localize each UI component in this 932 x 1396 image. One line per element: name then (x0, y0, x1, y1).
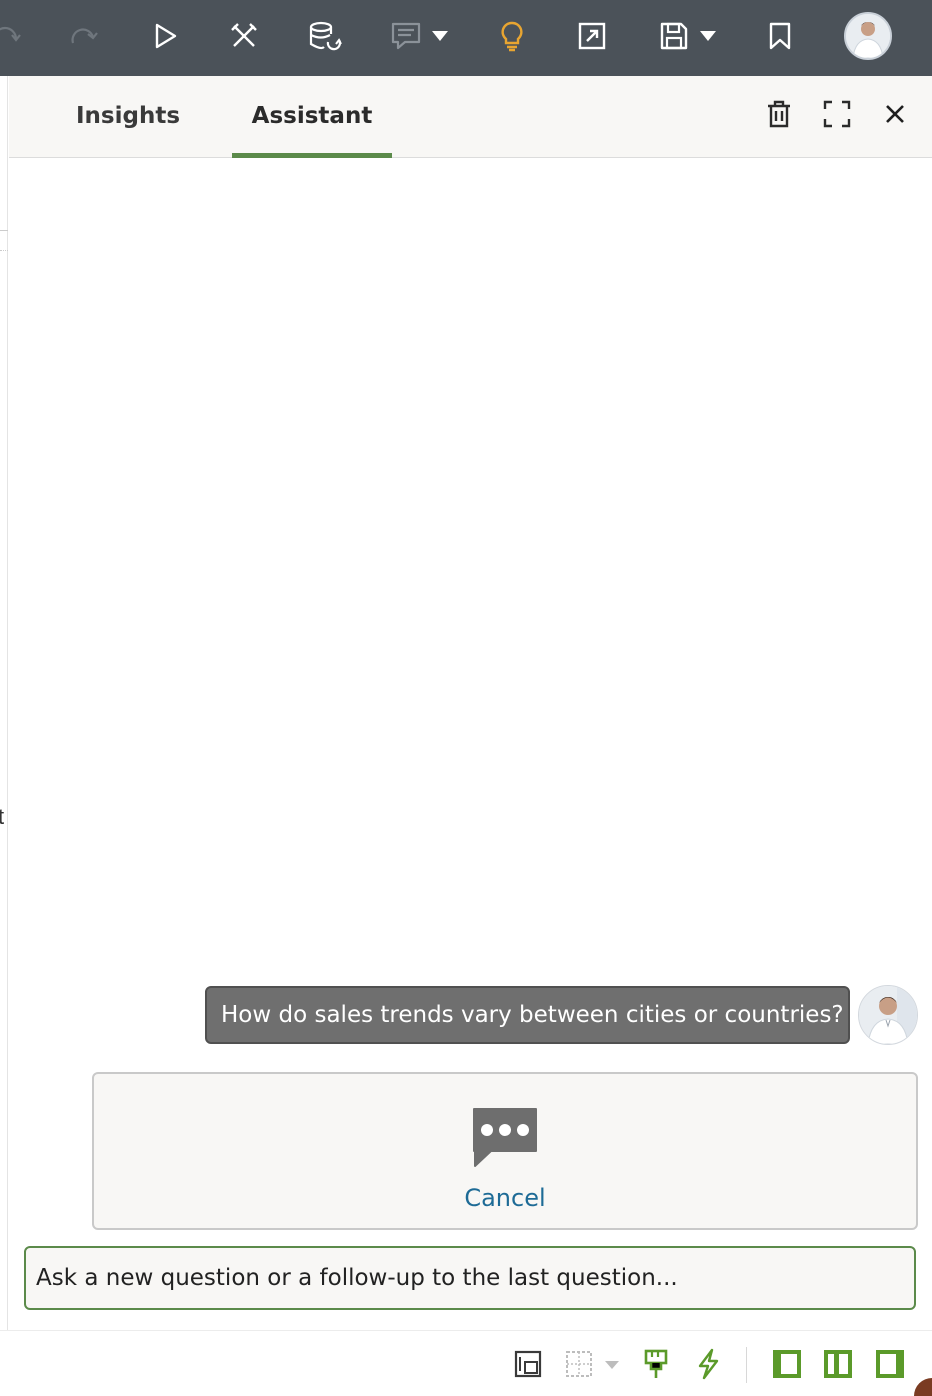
insights-button[interactable] (496, 14, 528, 58)
paint-brush-icon (643, 1348, 669, 1385)
export-button[interactable] (575, 14, 609, 58)
canvas-edge: t (0, 76, 8, 1330)
expand-icon (823, 100, 851, 133)
tab-assistant[interactable]: Assistant (232, 76, 392, 158)
play-icon (151, 21, 179, 51)
question-input-field[interactable] (36, 1265, 904, 1291)
chat-typing-icon (471, 1106, 539, 1168)
question-input[interactable] (24, 1246, 916, 1310)
chevron-down-icon (431, 30, 449, 42)
chevron-down-icon (699, 30, 717, 42)
cancel-button[interactable]: Cancel (94, 1184, 916, 1212)
tools-icon (228, 20, 260, 52)
bottom-toolbar (0, 1330, 932, 1396)
undo-icon (0, 21, 22, 51)
chat-area: How do sales trends vary between cities … (9, 158, 932, 1330)
redo-icon (69, 21, 101, 51)
assistant-panel: Insights Assistant How do sales trends v… (9, 76, 932, 1330)
lightbulb-icon (499, 20, 525, 52)
right-panel-toggle[interactable] (873, 1349, 907, 1383)
center-panel-toggle[interactable] (821, 1349, 855, 1383)
tab-label: Assistant (251, 103, 373, 129)
divider (0, 230, 8, 231)
trash-icon (765, 99, 793, 134)
user-question-bubble: How do sales trends vary between cities … (205, 986, 850, 1044)
redo-button[interactable] (68, 14, 102, 58)
auto-insights-button[interactable] (694, 1348, 722, 1385)
panel-center-icon (822, 1348, 854, 1385)
bookmark-icon (767, 21, 793, 51)
grid-icon (564, 1349, 594, 1384)
clear-chat-button[interactable] (761, 98, 797, 134)
data-refresh-icon (306, 20, 342, 52)
close-icon (883, 102, 907, 131)
user-question-text: How do sales trends vary between cities … (221, 1002, 844, 1028)
assistant-thinking-card: Cancel (92, 1072, 918, 1230)
save-icon (659, 21, 689, 51)
export-icon (577, 21, 607, 51)
lightning-icon (695, 1348, 721, 1385)
format-painter-button[interactable] (642, 1349, 670, 1383)
tab-label: Insights (75, 103, 181, 129)
divider (746, 1347, 747, 1383)
layout-icon (513, 1349, 543, 1384)
top-toolbar (0, 0, 932, 76)
expand-button[interactable] (819, 98, 855, 134)
divider (0, 250, 8, 251)
undo-button[interactable] (0, 14, 22, 58)
user-avatar (858, 985, 918, 1045)
chevron-down-icon (604, 1357, 620, 1375)
data-refresh-button[interactable] (304, 14, 344, 58)
comment-icon (389, 20, 423, 52)
tab-insights[interactable]: Insights (53, 76, 203, 156)
panel-tab-bar: Insights Assistant (9, 76, 932, 158)
grid-menu-button[interactable] (560, 1349, 624, 1383)
panel-left-icon (771, 1348, 803, 1385)
left-panel-toggle[interactable] (770, 1349, 804, 1383)
close-panel-button[interactable] (877, 98, 913, 134)
layout-button[interactable] (512, 1349, 544, 1383)
canvas-text-fragment: t (0, 804, 5, 829)
tools-button[interactable] (226, 14, 262, 58)
panel-right-icon (874, 1348, 906, 1385)
save-menu-button[interactable] (655, 14, 721, 58)
bookmark-button[interactable] (764, 14, 796, 58)
comment-menu-button[interactable] (386, 14, 452, 58)
run-button[interactable] (148, 14, 182, 58)
avatar[interactable] (844, 12, 892, 60)
